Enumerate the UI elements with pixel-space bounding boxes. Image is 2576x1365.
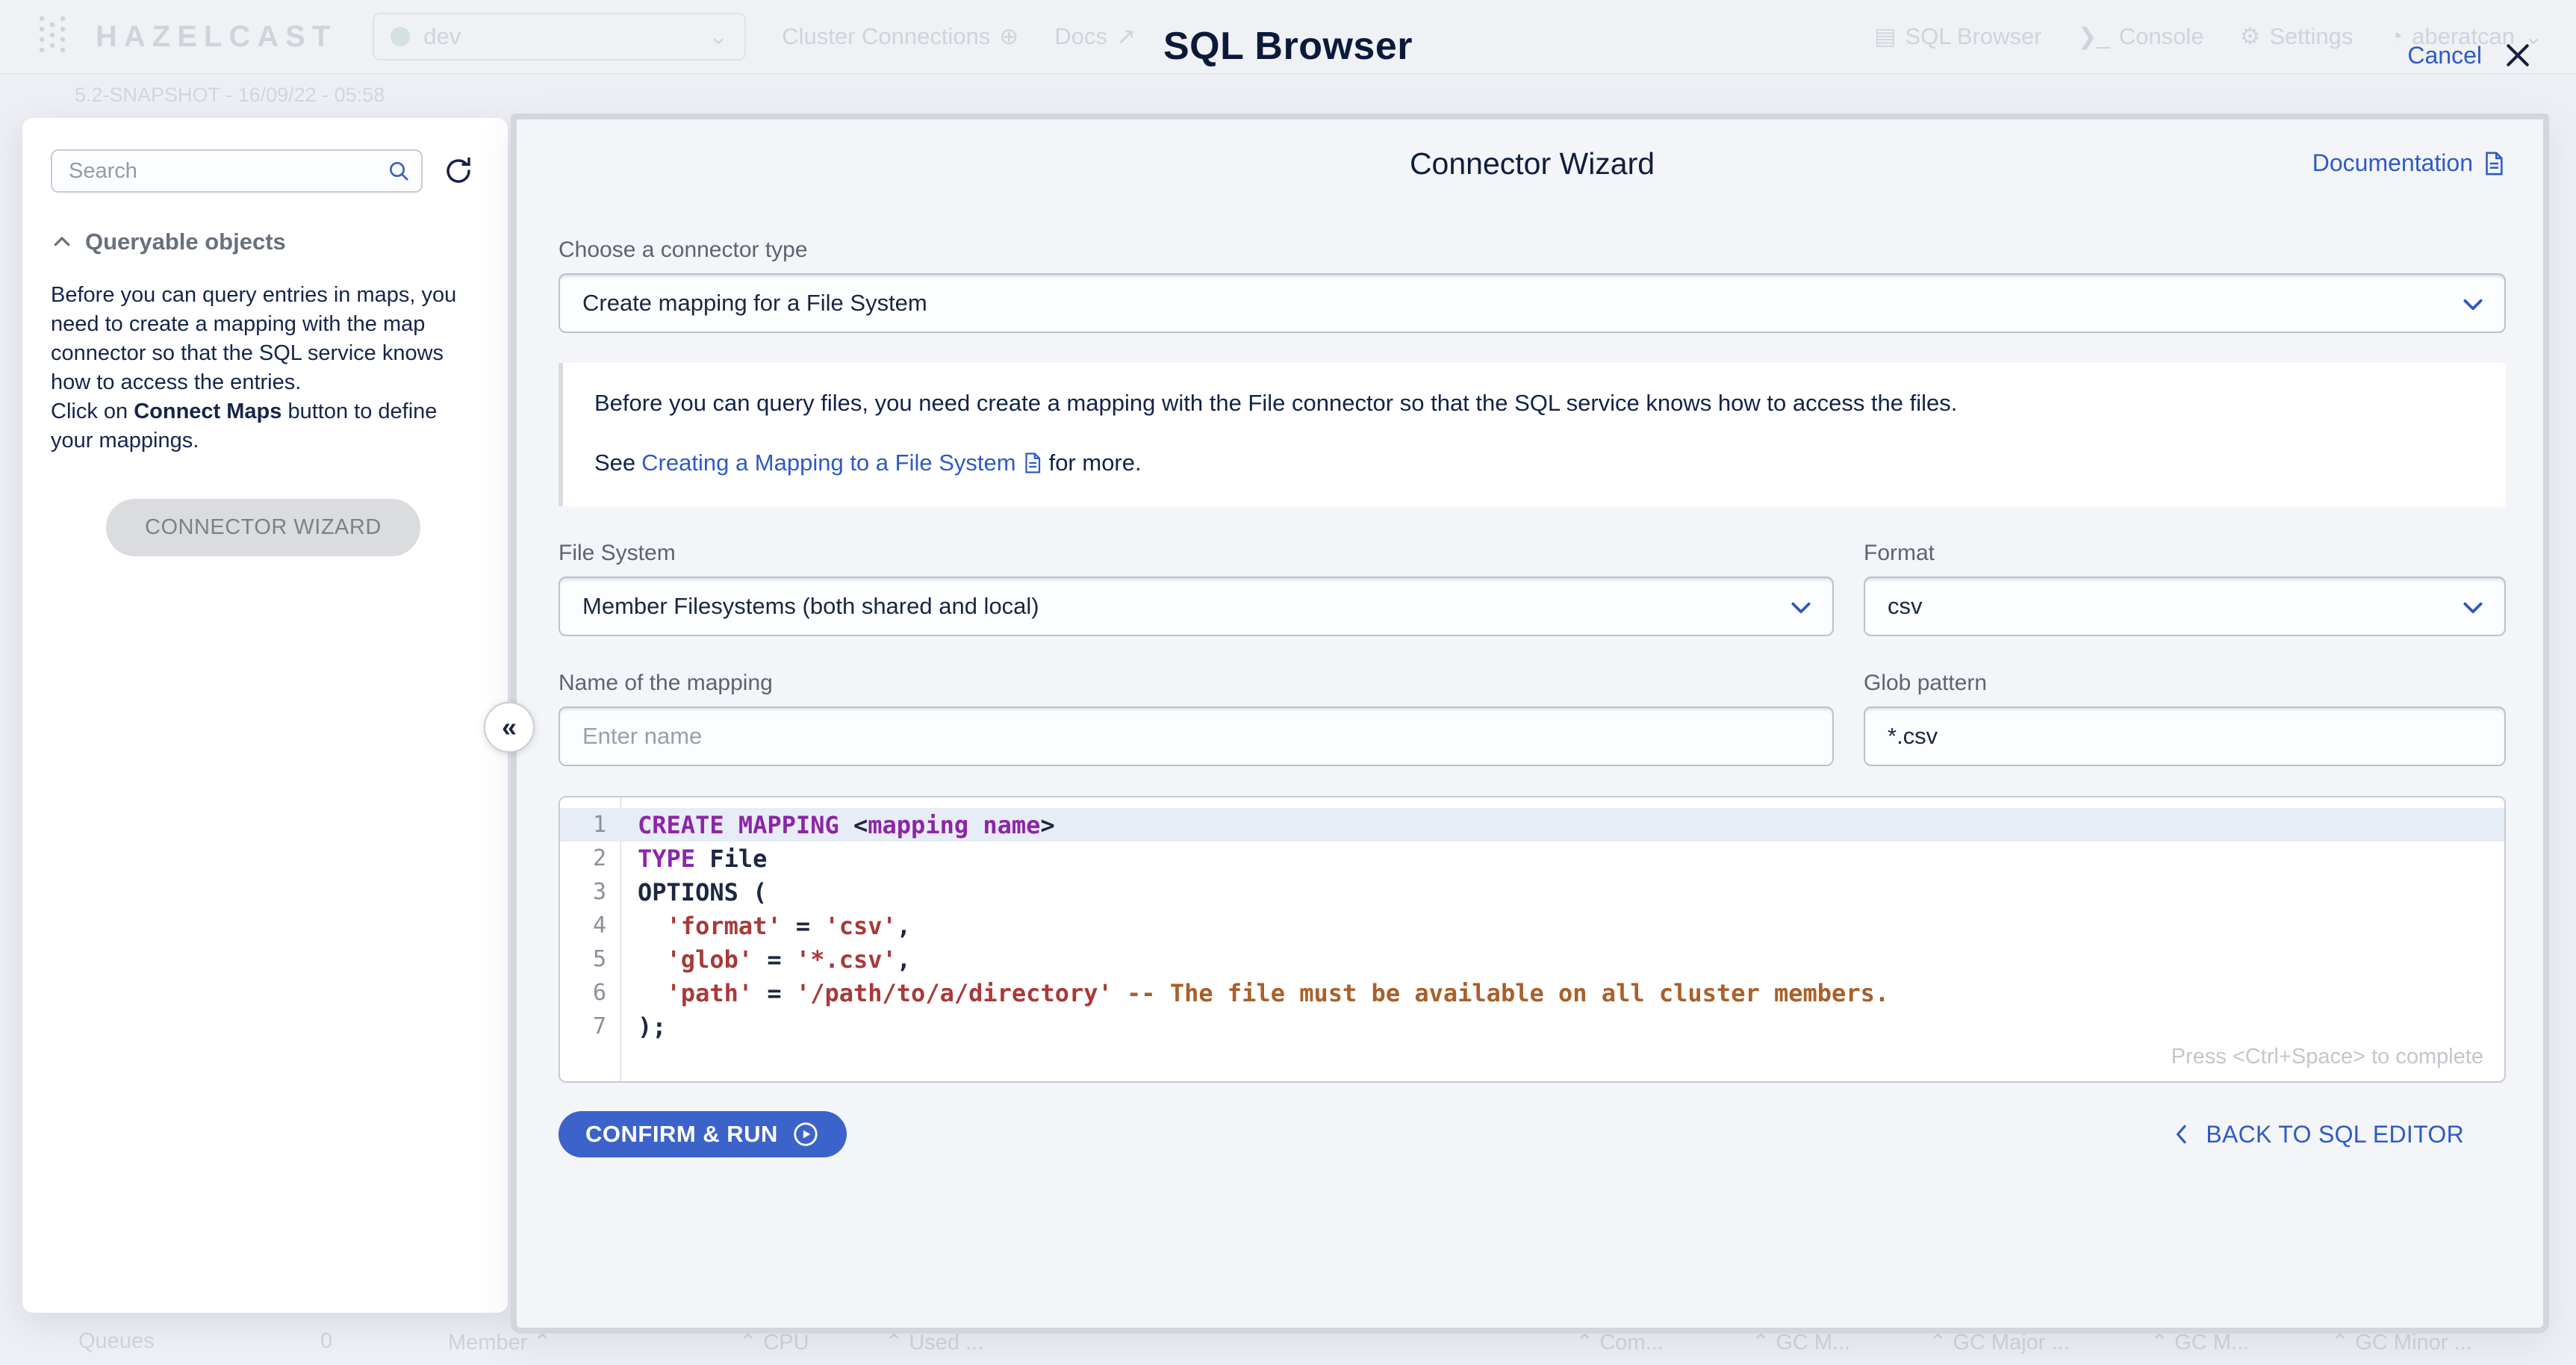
- queryable-objects-sidebar: Queryable objects Before you can query e…: [22, 118, 508, 1313]
- description-paragraph: Before you can query entries in maps, yo…: [51, 281, 479, 397]
- autocomplete-hint: Press <Ctrl+Space> to complete: [2171, 1045, 2483, 1069]
- mapping-name-label: Name of the mapping: [559, 671, 1834, 696]
- line-number: 5: [560, 946, 620, 972]
- chevron-left-icon: [2171, 1122, 2192, 1146]
- format-select[interactable]: csv: [1864, 576, 2506, 636]
- document-icon: [1021, 452, 1043, 474]
- confirm-run-button[interactable]: CONFIRM & RUN: [559, 1111, 847, 1157]
- line-number: 6: [560, 980, 620, 1006]
- connector-wizard-panel: Connector Wizard Documentation Choose a …: [511, 114, 2549, 1334]
- connector-wizard-button[interactable]: CONNECTOR WIZARD: [106, 499, 420, 556]
- background-table-header: Queues0Member ⌃⌃ CPU⌃ Used ...⌃ Com...⌃ …: [0, 1329, 2576, 1359]
- code-token: -- The file must be available on all clu…: [1127, 979, 1889, 1007]
- info-box: Before you can query files, you need cre…: [559, 363, 2506, 506]
- code-token: 'glob': [667, 945, 753, 974]
- back-to-sql-editor-link[interactable]: BACK TO SQL EDITOR: [2171, 1121, 2464, 1148]
- code-token: 'csv': [824, 912, 896, 940]
- code-token: ,: [897, 912, 911, 940]
- version-label: 5.2-SNAPSHOT - 16/09/22 - 05:58: [75, 84, 385, 107]
- code-line[interactable]: 5 'glob' = '*.csv',: [560, 942, 2504, 976]
- search-input[interactable]: [51, 149, 423, 193]
- connector-type-select[interactable]: Create mapping for a File System: [559, 273, 2506, 333]
- line-number: 1: [560, 812, 620, 838]
- code-token: 'format': [667, 912, 782, 940]
- line-number: 7: [560, 1013, 620, 1039]
- code-token: TYPE: [638, 845, 695, 873]
- cancel-button[interactable]: Cancel: [2407, 42, 2482, 69]
- document-icon: [2480, 151, 2506, 176]
- refresh-icon[interactable]: [438, 150, 479, 192]
- mapping-docs-link[interactable]: Creating a Mapping to a File System: [641, 450, 1042, 476]
- code-line[interactable]: 1 CREATE MAPPING <mapping name>: [560, 808, 2504, 842]
- chevron-up-icon: [51, 231, 73, 253]
- code-token: '/path/to/a/directory': [796, 979, 1113, 1007]
- code-line[interactable]: 6 'path' = '/path/to/a/directory' -- The…: [560, 976, 2504, 1010]
- sidebar-description: Before you can query entries in maps, yo…: [51, 281, 479, 455]
- code-token: =: [753, 979, 796, 1007]
- chevron-down-icon: [2461, 294, 2485, 321]
- page-title: SQL Browser: [0, 24, 2576, 69]
- code-token: File: [695, 845, 767, 873]
- code-token: [1113, 979, 1127, 1007]
- info-text: Before you can query files, you need cre…: [594, 390, 2474, 417]
- format-label: Format: [1864, 541, 2506, 566]
- background-table-column: 0: [320, 1329, 332, 1354]
- section-title: Queryable objects: [85, 228, 286, 255]
- chevron-down-icon: [1789, 597, 1813, 624]
- close-icon[interactable]: [2501, 39, 2534, 72]
- line-number: 2: [560, 845, 620, 871]
- code-token: ,: [897, 945, 911, 974]
- code-line[interactable]: 2 TYPE File: [560, 842, 2504, 875]
- queryable-objects-header[interactable]: Queryable objects: [51, 228, 479, 255]
- file-system-select[interactable]: Member Filesystems (both shared and loca…: [559, 576, 1834, 636]
- code-line[interactable]: 4 'format' = 'csv',: [560, 909, 2504, 942]
- code-token: =: [782, 912, 825, 940]
- code-token: CREATE MAPPING: [638, 811, 853, 839]
- line-number: 4: [560, 912, 620, 939]
- wizard-title: Connector Wizard: [559, 146, 2506, 181]
- description-paragraph-2: Click on Connect Maps button to define y…: [51, 397, 479, 455]
- code-line[interactable]: 7);: [560, 1010, 2504, 1043]
- connector-type-label: Choose a connector type: [559, 237, 2506, 263]
- file-system-label: File System: [559, 541, 1834, 566]
- code-token: [638, 912, 667, 940]
- glob-pattern-label: Glob pattern: [1864, 671, 2506, 696]
- cancel-area: Cancel: [2407, 39, 2534, 72]
- mapping-name-input[interactable]: [559, 706, 1834, 766]
- code-token: );: [638, 1013, 667, 1041]
- background-table-column: Queues: [78, 1329, 155, 1354]
- collapse-sidebar-button[interactable]: «: [484, 702, 535, 753]
- chevron-down-icon: [2461, 597, 2485, 624]
- code-token: [638, 945, 667, 974]
- code-token: '*.csv': [796, 945, 897, 974]
- code-lines: 1 CREATE MAPPING <mapping name>2 TYPE File…: [560, 797, 2504, 1043]
- line-number: 3: [560, 879, 620, 905]
- code-line[interactable]: 3 OPTIONS (: [560, 875, 2504, 909]
- search-icon: [387, 159, 411, 187]
- play-circle-icon: [791, 1120, 820, 1148]
- documentation-link[interactable]: Documentation: [2312, 149, 2506, 177]
- code-token: =: [753, 945, 796, 974]
- glob-pattern-input[interactable]: [1864, 706, 2506, 766]
- code-token: [638, 979, 667, 1007]
- sql-code-editor[interactable]: ⌄ 1CREATE MAPPING <mapping name>2TYPE Fi…: [559, 796, 2506, 1083]
- code-token: >: [1040, 811, 1054, 839]
- code-token: 'path': [667, 979, 753, 1007]
- code-token: OPTIONS (: [638, 878, 767, 907]
- code-token: mapping name: [868, 811, 1040, 839]
- code-token: <: [853, 811, 868, 839]
